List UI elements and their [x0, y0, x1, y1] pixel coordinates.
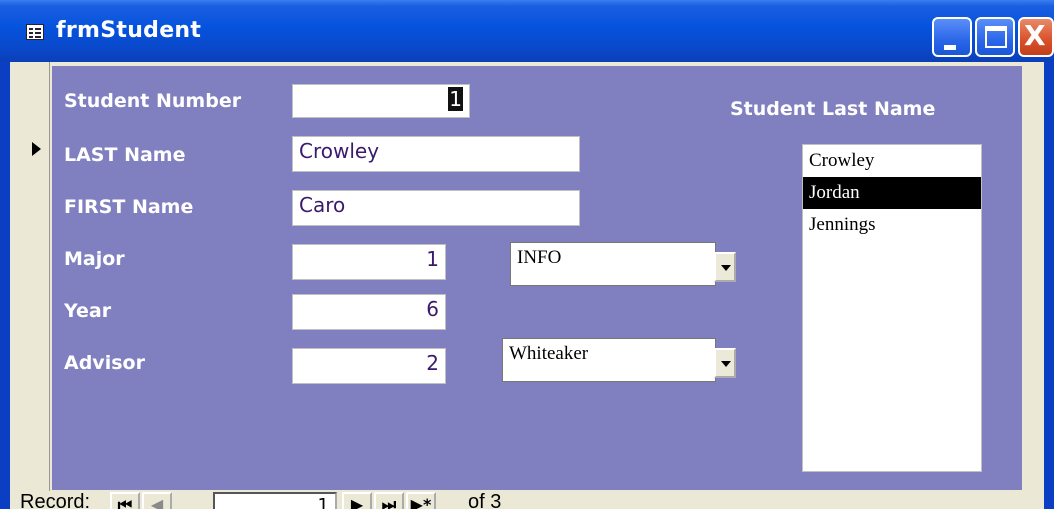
current-record-input[interactable]: 1 [213, 492, 337, 509]
student-number-field[interactable]: 1 [292, 84, 470, 118]
student-last-name-header: Student Last Name [730, 98, 936, 120]
previous-record-button[interactable]: ◀ [142, 492, 172, 509]
window-title: frmStudent [56, 18, 202, 43]
first-record-button[interactable]: ⏮ [110, 492, 140, 509]
list-item[interactable]: Jennings [803, 209, 981, 241]
major-id-field[interactable]: 1 [292, 244, 446, 280]
minimize-icon [944, 45, 956, 50]
advisor-combo[interactable]: Whiteaker [502, 338, 716, 382]
form-icon[interactable] [26, 24, 44, 40]
minimize-button[interactable] [932, 17, 972, 57]
form-window: frmStudent X Student Number 1 Student La… [0, 0, 1054, 509]
year-field[interactable]: 6 [292, 294, 446, 330]
close-button[interactable]: X [1018, 17, 1054, 57]
major-combo-value: INFO [517, 247, 562, 268]
student-number-value: 1 [448, 87, 463, 111]
year-label: Year [64, 300, 112, 322]
last-record-button[interactable]: ⏭ [374, 492, 404, 509]
close-icon: X [1024, 19, 1046, 52]
record-count: of 3 [468, 491, 502, 509]
major-label: Major [64, 248, 125, 270]
advisor-label: Advisor [64, 352, 145, 374]
chevron-down-icon [721, 361, 731, 367]
list-item[interactable]: Crowley [803, 145, 981, 177]
chevron-down-icon [721, 265, 731, 271]
student-last-name-listbox[interactable]: Crowley Jordan Jennings [802, 144, 982, 472]
maximize-icon [985, 26, 1007, 48]
advisor-combo-dropdown-button[interactable] [714, 348, 736, 378]
advisor-combo-value: Whiteaker [509, 343, 589, 364]
advisor-id-field[interactable]: 2 [292, 348, 446, 384]
current-record-arrow-icon [32, 142, 41, 156]
new-record-button[interactable]: ▶* [406, 492, 436, 509]
last-name-label: LAST Name [64, 144, 186, 166]
record-label: Record: [20, 491, 91, 509]
list-item-selected[interactable]: Jordan [803, 177, 981, 209]
student-number-label: Student Number [64, 90, 242, 112]
last-name-field[interactable]: Crowley [292, 136, 580, 172]
record-navigation-bar: Record: ⏮ ◀ 1 ▶ ⏭ ▶* of 3 [10, 491, 1044, 509]
next-record-button[interactable]: ▶ [342, 492, 372, 509]
first-name-field[interactable]: Caro [292, 190, 580, 226]
first-name-label: FIRST Name [64, 196, 194, 218]
major-combo[interactable]: INFO [510, 242, 716, 286]
maximize-button[interactable] [975, 17, 1015, 57]
record-selector[interactable] [10, 62, 50, 498]
major-combo-dropdown-button[interactable] [714, 252, 736, 282]
title-bar[interactable]: frmStudent X [0, 0, 1054, 62]
